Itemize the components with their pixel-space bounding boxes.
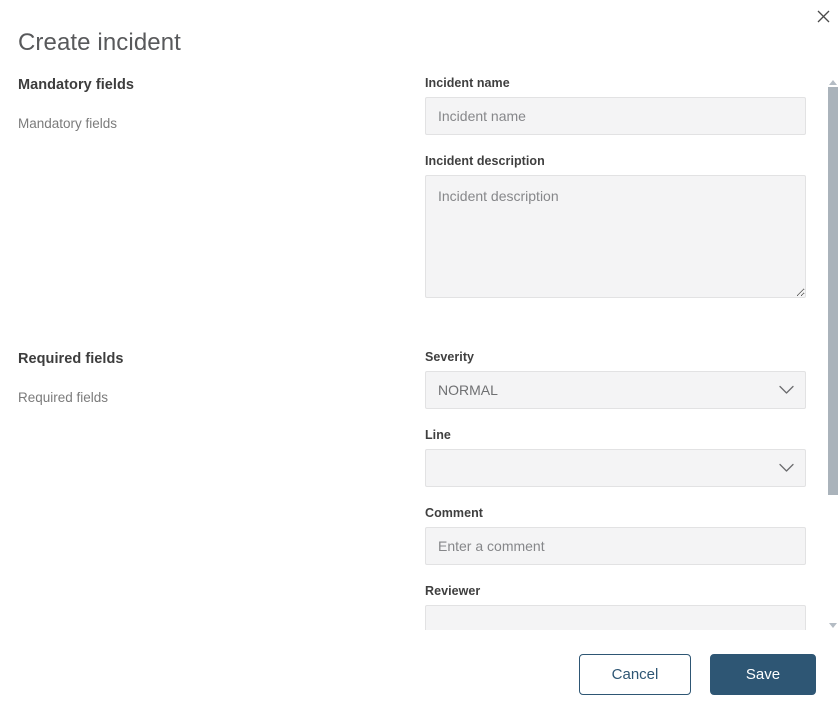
dialog-scroll-body: Mandatory fields Mandatory fields Incide… — [0, 76, 840, 637]
incident-name-label: Incident name — [425, 76, 510, 90]
section-mandatory-description: Mandatory fields Mandatory fields — [18, 76, 398, 132]
line-label: Line — [425, 428, 451, 442]
severity-select[interactable]: NORMAL — [425, 371, 806, 409]
field-severity: Severity NORMAL — [425, 350, 806, 409]
dialog-footer: Cancel Save — [0, 637, 840, 711]
scrollbar-thumb[interactable] — [828, 87, 838, 495]
section-required-description: Required fields Required fields — [18, 350, 398, 406]
field-reviewer: Reviewer — [425, 584, 806, 630]
page-title: Create incident — [18, 29, 181, 56]
field-incident-description: Incident description — [425, 154, 806, 298]
field-incident-name: Incident name — [425, 76, 806, 135]
vertical-scrollbar[interactable] — [826, 76, 840, 637]
section-required-heading: Required fields — [18, 351, 124, 367]
line-select-wrap — [425, 449, 806, 487]
section-mandatory-heading: Mandatory fields — [18, 77, 135, 93]
reviewer-input-clip — [425, 605, 806, 630]
caret-up-glyph — [829, 79, 837, 85]
caret-down-icon[interactable] — [826, 619, 840, 631]
reviewer-label: Reviewer — [425, 584, 481, 598]
section-required-subtext: Required fields — [18, 390, 109, 405]
line-select[interactable] — [425, 449, 806, 487]
reviewer-input[interactable] — [425, 605, 806, 630]
create-incident-dialog: Create incident Mandatory fields Mandato… — [0, 0, 840, 711]
incident-description-label: Incident description — [425, 154, 545, 168]
incident-name-input[interactable] — [425, 97, 806, 135]
cancel-button[interactable]: Cancel — [579, 653, 691, 695]
section-mandatory-subtext: Mandatory fields — [18, 116, 118, 131]
field-comment: Comment — [425, 506, 806, 565]
section-required-form: Severity NORMAL Line Comment Enter a com… — [425, 350, 806, 630]
comment-label: Comment — [425, 506, 483, 520]
severity-label: Severity — [425, 350, 475, 364]
caret-down-glyph — [829, 622, 837, 628]
comment-input[interactable] — [425, 527, 806, 565]
close-glyph — [817, 10, 829, 22]
save-button[interactable]: Save — [710, 653, 816, 695]
close-icon[interactable] — [812, 5, 834, 27]
severity-select-wrap: NORMAL — [425, 371, 806, 409]
incident-description-textarea[interactable] — [425, 175, 806, 298]
section-mandatory-form: Incident name Incident description — [425, 76, 806, 298]
field-line: Line — [425, 428, 806, 487]
